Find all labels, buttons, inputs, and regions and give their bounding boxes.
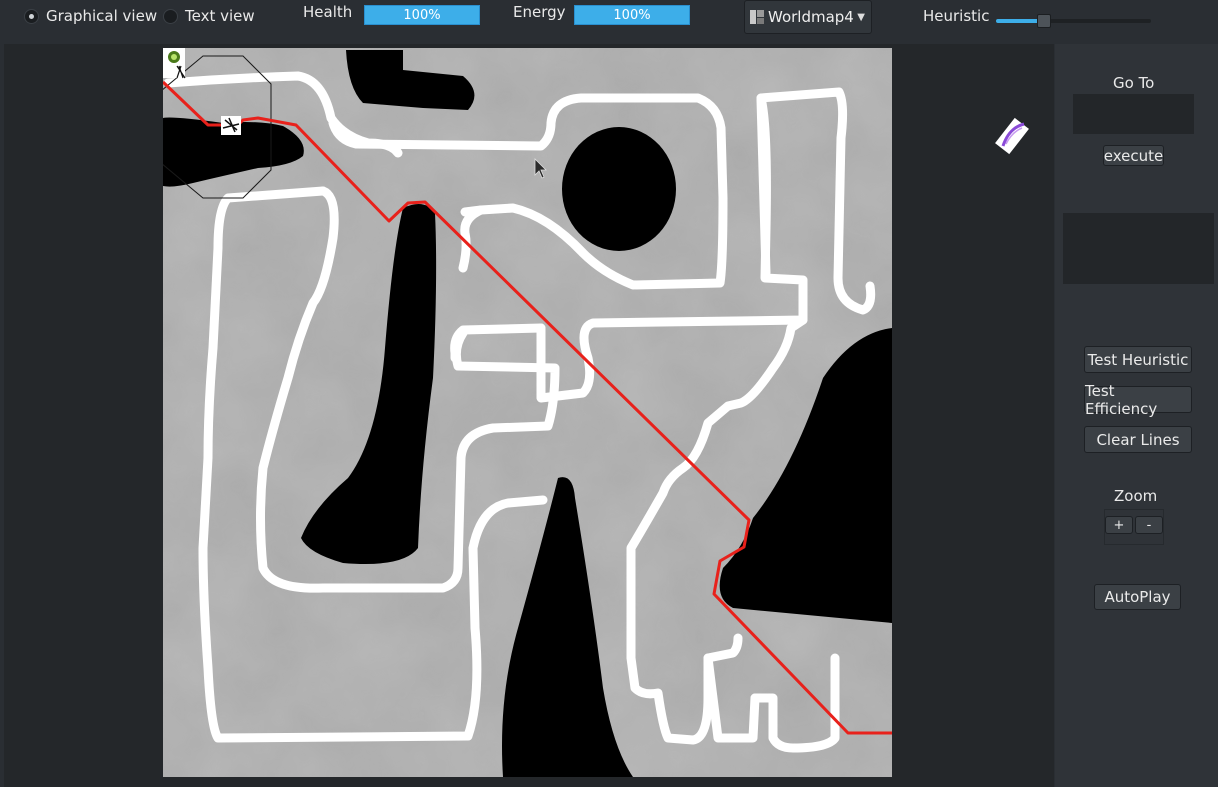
autoplay-button[interactable]: AutoPlay bbox=[1094, 584, 1181, 610]
chevron-down-icon: ▼ bbox=[857, 11, 865, 23]
execute-button[interactable]: execute bbox=[1103, 145, 1164, 166]
player-agent-icon[interactable] bbox=[163, 48, 186, 79]
energy-value: 100% bbox=[613, 7, 651, 23]
graphical-view-label: Graphical view bbox=[46, 7, 158, 25]
energy-bar: 100% bbox=[574, 5, 690, 25]
zoom-in-button[interactable]: + bbox=[1105, 516, 1133, 534]
test-heuristic-button[interactable]: Test Heuristic bbox=[1084, 346, 1192, 373]
zoom-label: Zoom bbox=[1114, 487, 1158, 505]
heuristic-slider-fill bbox=[996, 19, 1043, 23]
heuristic-slider-handle[interactable] bbox=[1037, 14, 1051, 28]
radio-unselected-icon bbox=[163, 8, 178, 24]
clear-lines-button[interactable]: Clear Lines bbox=[1084, 426, 1192, 453]
map-select-dropdown[interactable]: Worldmap4 ▼ bbox=[744, 0, 872, 34]
heuristic-label: Heuristic bbox=[923, 7, 990, 25]
item-icon[interactable] bbox=[994, 116, 1032, 156]
map-select-value: Worldmap4 bbox=[768, 8, 854, 26]
output-display bbox=[1063, 213, 1214, 284]
health-bar: 100% bbox=[364, 5, 480, 25]
test-efficiency-button[interactable]: Test Efficiency bbox=[1084, 382, 1192, 418]
text-view-radio[interactable]: Text view bbox=[163, 7, 255, 25]
text-view-label: Text view bbox=[185, 7, 255, 25]
enemy-agent-icon[interactable] bbox=[221, 116, 241, 135]
graphical-view-radio[interactable]: Graphical view bbox=[24, 7, 157, 25]
goto-input[interactable] bbox=[1073, 94, 1194, 134]
mouse-pointer-icon bbox=[534, 158, 547, 179]
health-label: Health bbox=[303, 3, 353, 21]
zoom-out-button[interactable]: - bbox=[1135, 516, 1163, 534]
energy-label: Energy bbox=[513, 3, 566, 21]
health-value: 100% bbox=[403, 7, 441, 23]
map-icon bbox=[750, 10, 764, 24]
goto-label: Go To bbox=[1113, 74, 1155, 92]
world-map[interactable] bbox=[163, 48, 892, 777]
radio-selected-icon bbox=[24, 8, 39, 24]
